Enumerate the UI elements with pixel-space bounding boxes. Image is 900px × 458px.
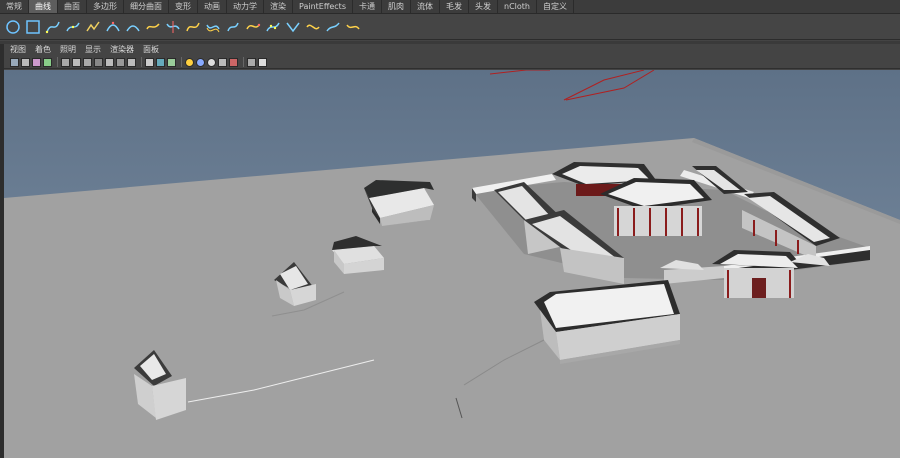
smooth-curve-icon[interactable] — [324, 18, 341, 35]
panel-menu-item[interactable]: 照明 — [60, 44, 76, 56]
gate-mask-icon[interactable] — [94, 57, 103, 67]
smooth-shade-icon[interactable] — [156, 57, 165, 67]
default-lights-icon[interactable] — [258, 57, 267, 67]
hardware-render-icon[interactable] — [247, 57, 256, 67]
fillet-curve-icon[interactable] — [284, 18, 301, 35]
insert-knot-icon[interactable] — [264, 18, 281, 35]
textured-icon[interactable] — [167, 57, 176, 67]
3d-viewport[interactable] — [4, 70, 900, 458]
shelf-tab[interactable]: 多边形 — [87, 0, 124, 13]
camera-attributes-icon[interactable] — [21, 57, 30, 67]
hud-icon[interactable] — [229, 57, 238, 67]
shelf-tab-bar: 常规 曲线 曲面 多边形 细分曲面 变形 动画 动力学 渲染 PaintEffects 卡通 肌肉 流体… — [0, 0, 900, 14]
shelf-tab[interactable]: 动画 — [198, 0, 227, 13]
grid-icon[interactable] — [61, 57, 70, 67]
shelf-tab[interactable]: PaintEffects — [293, 0, 353, 13]
rebuild-curve-icon[interactable] — [184, 18, 201, 35]
shelf-tab[interactable]: 曲面 — [58, 0, 87, 13]
field-chart-icon[interactable] — [105, 57, 114, 67]
shelf-tab[interactable]: 自定义 — [537, 0, 574, 13]
xray-icon[interactable] — [207, 57, 216, 67]
shelf-tab[interactable]: 变形 — [169, 0, 198, 13]
image-plane-icon[interactable] — [43, 57, 52, 67]
ep-curve-icon[interactable] — [64, 18, 81, 35]
shelf-tab[interactable]: 常规 — [0, 0, 29, 13]
shelf-tab[interactable]: 细分曲面 — [124, 0, 169, 13]
cv-curve-icon[interactable] — [44, 18, 61, 35]
film-gate-icon[interactable] — [72, 57, 81, 67]
shelf-tab[interactable]: 流体 — [411, 0, 440, 13]
align-curves-icon[interactable] — [344, 18, 361, 35]
reverse-curve-icon[interactable] — [224, 18, 241, 35]
shelf-tab[interactable]: 渲染 — [264, 0, 293, 13]
safe-action-icon[interactable] — [116, 57, 125, 67]
pencil-curve-icon[interactable] — [84, 18, 101, 35]
detach-curves-icon[interactable] — [164, 18, 181, 35]
shelf-tab[interactable]: 肌肉 — [382, 0, 411, 13]
shelf-tab[interactable]: 毛发 — [440, 0, 469, 13]
shelf-tab[interactable]: 动力学 — [227, 0, 264, 13]
wireframe-icon[interactable] — [145, 57, 154, 67]
toolbar-separator — [181, 57, 182, 67]
toolbar-separator — [57, 57, 58, 67]
attach-curves-icon[interactable] — [144, 18, 161, 35]
extend-curve-icon[interactable] — [244, 18, 261, 35]
panel-menu-item[interactable]: 渲染器 — [110, 44, 134, 56]
shelf-tab[interactable]: 卡通 — [353, 0, 382, 13]
shadows-icon[interactable] — [196, 57, 205, 67]
safe-title-icon[interactable] — [127, 57, 136, 67]
panel-menu-item[interactable]: 面板 — [143, 44, 159, 56]
panel-toolbar — [4, 56, 900, 69]
isolate-icon[interactable] — [218, 57, 227, 67]
shelf-tab[interactable]: nCloth — [498, 0, 537, 13]
use-all-lights-icon[interactable] — [185, 57, 194, 67]
viewport-scene — [4, 70, 900, 458]
nurbs-square-icon[interactable] — [24, 18, 41, 35]
offset-curve-icon[interactable] — [204, 18, 221, 35]
cut-curve-icon[interactable] — [304, 18, 321, 35]
shelf-tab[interactable]: 头发 — [469, 0, 498, 13]
bookmark-icon[interactable] — [32, 57, 41, 67]
panel-menu-bar: 视图 着色 照明 显示 渲染器 面板 — [4, 44, 900, 56]
arc-three-point-icon[interactable] — [104, 18, 121, 35]
shelf-icon-bar — [0, 14, 900, 40]
nurbs-circle-icon[interactable] — [4, 18, 21, 35]
resolution-gate-icon[interactable] — [83, 57, 92, 67]
panel-menu-item[interactable]: 显示 — [85, 44, 101, 56]
toolbar-separator — [243, 57, 244, 67]
shelf-tab[interactable]: 曲线 — [29, 0, 58, 13]
arc-two-point-icon[interactable] — [124, 18, 141, 35]
toolbar-separator — [141, 57, 142, 67]
camera-icon[interactable] — [10, 57, 19, 67]
panel-menu-item[interactable]: 着色 — [35, 44, 51, 56]
panel-menu-item[interactable]: 视图 — [10, 44, 26, 56]
